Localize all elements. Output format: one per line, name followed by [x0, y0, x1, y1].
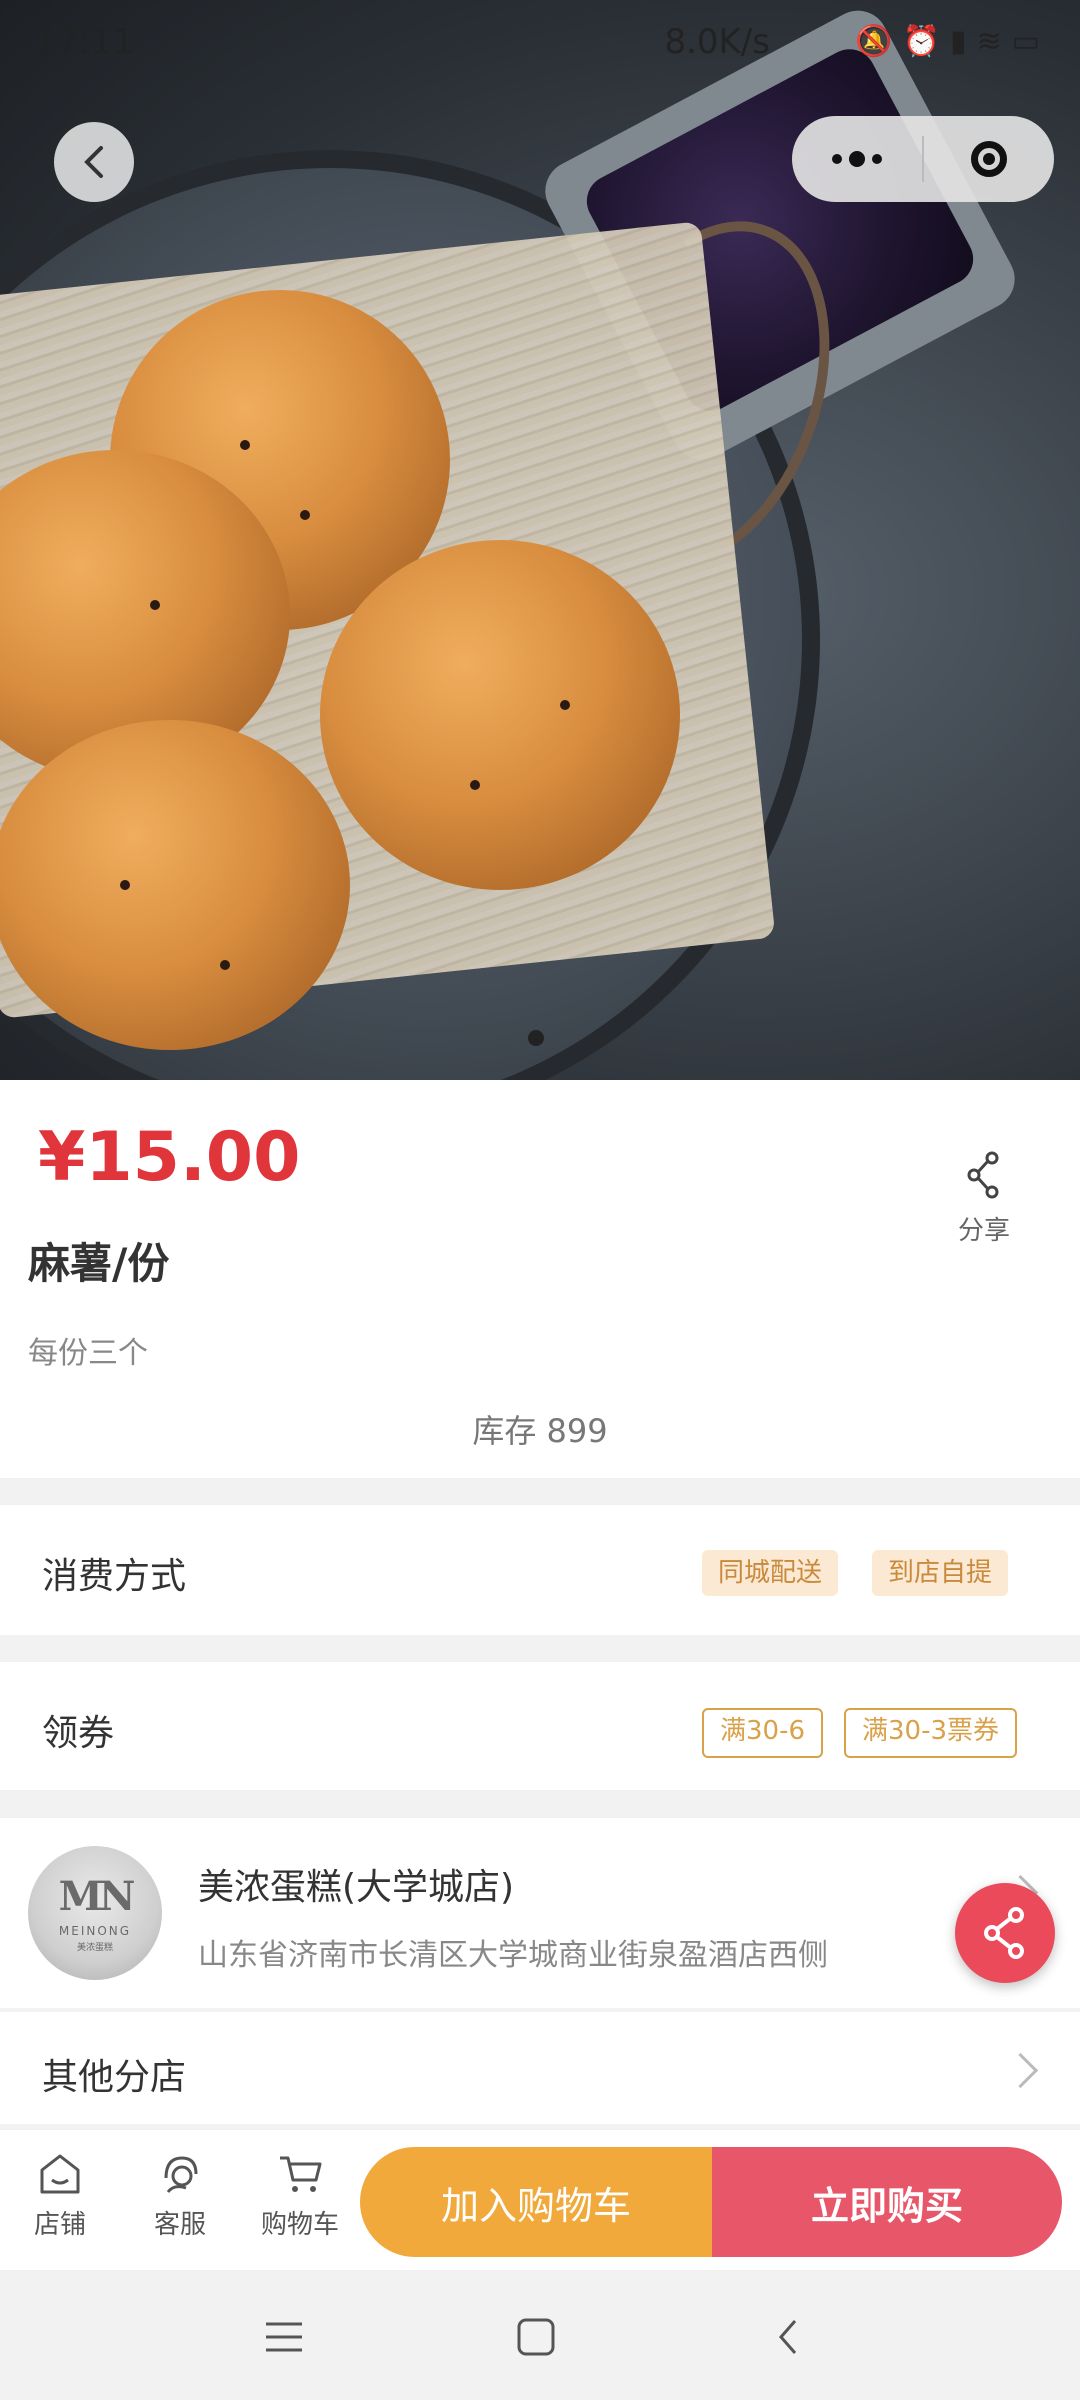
delivery-tag: 同城配送 — [702, 1550, 839, 1596]
status-icons: 🔕⏰▮≋▭ — [855, 24, 1050, 59]
coupon-tag[interactable]: 满30-6 — [702, 1708, 824, 1758]
share-label: 分享 — [957, 1216, 1010, 1246]
more-dots-icon — [872, 154, 882, 164]
bottom-action-bar: 店铺 客服 购物车 加入购物车 立即购买 — [0, 2130, 1080, 2270]
target-icon-center — [983, 153, 995, 165]
wifi-icon: ≋ — [976, 24, 1012, 59]
alarm-icon: ⏰ — [902, 24, 950, 59]
home-button[interactable] — [506, 2312, 566, 2362]
share-icon — [984, 1907, 1024, 1959]
cart-icon — [280, 2156, 322, 2192]
signal-icon: ▮ — [949, 24, 977, 59]
store-address: 山东省济南市长清区大学城商业街泉盈酒店西侧 — [198, 1938, 828, 1973]
back-button[interactable] — [54, 122, 134, 202]
target-icon — [971, 141, 1007, 177]
customer-service-icon — [164, 2156, 198, 2193]
other-stores-label: 其他分店 — [42, 2057, 187, 2098]
coupon-row[interactable]: 领券 满30-6 满30-3票券 — [0, 1662, 1080, 1790]
menu-icon — [266, 2322, 302, 2352]
bun-speck — [120, 880, 130, 890]
system-back-button[interactable] — [758, 2312, 818, 2362]
logo-wordmark: MEINONG — [58, 1924, 132, 1938]
share-button[interactable]: 分享 — [940, 1150, 1028, 1247]
battery-icon: ▭ — [1011, 24, 1050, 59]
network-speed: 8.0K/s — [664, 22, 770, 62]
other-stores-row[interactable]: 其他分店 — [0, 2012, 1080, 2124]
tab-store[interactable]: 店铺 — [10, 2152, 110, 2241]
tab-customer-service[interactable]: 客服 — [130, 2152, 230, 2241]
chevron-right-icon — [1002, 2052, 1039, 2089]
image-indicator-dot — [528, 1030, 544, 1046]
consumption-method-label: 消费方式 — [42, 1556, 187, 1597]
coupon-label: 领券 — [42, 1713, 115, 1754]
store-name: 美浓蛋糕(大学城店) — [198, 1867, 515, 1908]
bun-speck — [470, 780, 480, 790]
bun-image-part — [320, 540, 680, 890]
logo-mark: MN — [58, 1873, 136, 1920]
consumption-method-row[interactable]: 消费方式 同城配送 到店自提 — [0, 1505, 1080, 1635]
bun-speck — [220, 960, 230, 970]
product-description: 每份三个 — [28, 1336, 148, 1371]
price: ¥15.00 — [38, 1118, 301, 1197]
store-logo: MN MEINONG 美浓蛋糕 — [28, 1846, 162, 1980]
logo-subtext: 美浓蛋糕 — [76, 1943, 113, 1953]
more-button[interactable] — [792, 116, 922, 202]
bun-speck — [560, 700, 570, 710]
chevron-left-icon — [779, 2320, 797, 2354]
bun-image-part — [0, 720, 350, 1050]
pickup-tag: 到店自提 — [872, 1550, 1009, 1596]
coupon-tag[interactable]: 满30-3票券 — [844, 1708, 1018, 1758]
more-dots-icon — [832, 154, 842, 164]
tab-customer-service-label: 客服 — [153, 2210, 206, 2240]
menu-button[interactable] — [254, 2312, 314, 2362]
share-icon — [967, 1151, 999, 1199]
more-dots-icon — [849, 151, 865, 167]
bun-speck — [300, 510, 310, 520]
bun-speck — [240, 440, 250, 450]
mute-icon: 🔕 — [855, 24, 903, 59]
add-to-cart-button[interactable]: 加入购物车 — [360, 2147, 712, 2257]
tab-store-label: 店铺 — [33, 2210, 86, 2240]
status-time: 17:11 — [36, 22, 134, 62]
chevron-left-icon — [84, 146, 103, 178]
floating-share-button[interactable] — [955, 1883, 1055, 1983]
store-icon — [40, 2154, 80, 2194]
bun-speck — [150, 600, 160, 610]
stock-count: 库存 899 — [472, 1412, 608, 1450]
tab-cart[interactable]: 购物车 — [250, 2152, 350, 2241]
product-title: 麻薯/份 — [28, 1239, 170, 1288]
home-square-icon — [517, 2318, 555, 2356]
system-navigation-bar — [0, 2270, 1080, 2400]
tab-cart-label: 购物车 — [260, 2210, 339, 2240]
status-bar: 17:11 8.0K/s 🔕⏰▮≋▭ — [0, 0, 1080, 90]
product-info: ¥15.00 麻薯/份 每份三个 库存 899 分享 — [0, 1080, 1080, 1478]
buy-now-button[interactable]: 立即购买 — [712, 2147, 1062, 2257]
close-miniprogram-button[interactable] — [924, 116, 1054, 202]
store-row[interactable]: MN MEINONG 美浓蛋糕 美浓蛋糕(大学城店) 山东省济南市长清区大学城商… — [0, 1818, 1080, 2008]
miniprogram-capsule — [792, 116, 1054, 202]
